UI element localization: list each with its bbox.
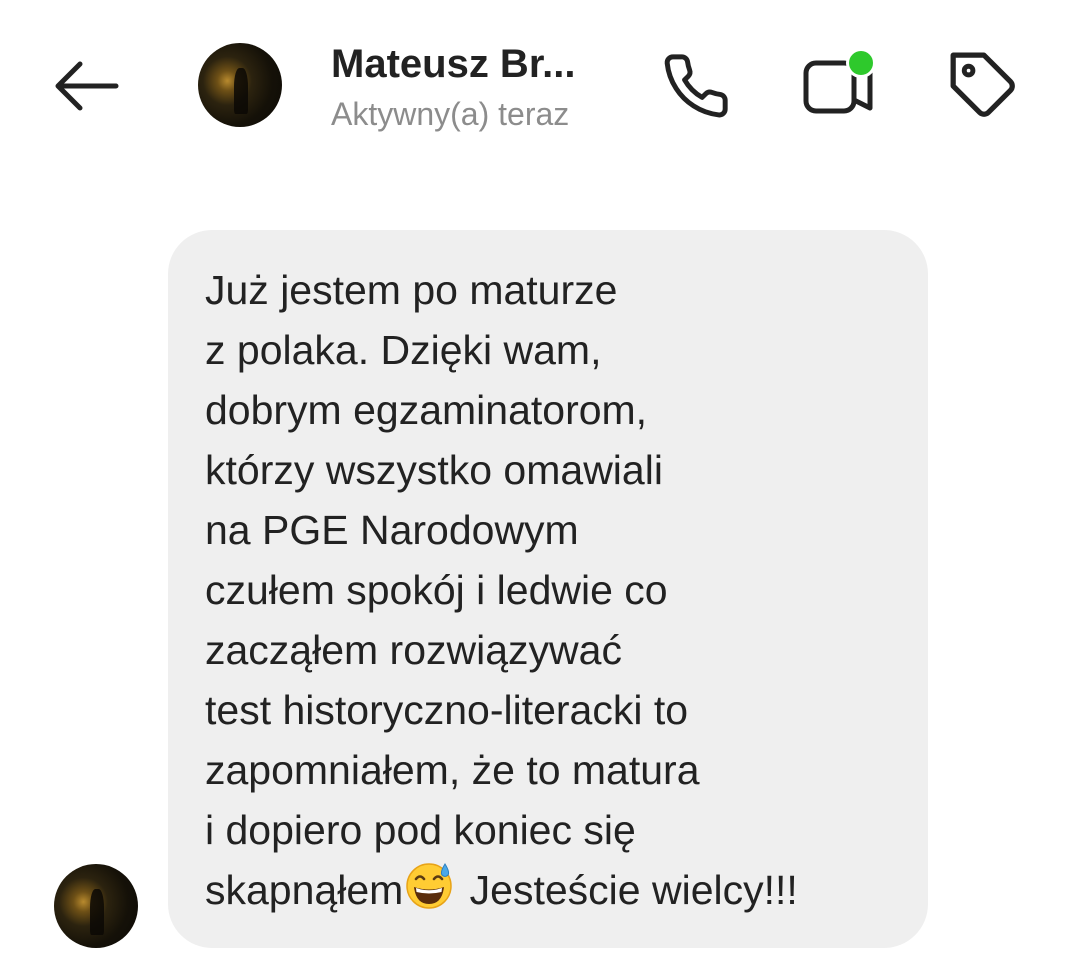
tag-icon (947, 49, 1021, 128)
message-line: czułem spokój i ledwie co (205, 567, 668, 613)
message-line: test historyczno-literacki to (205, 687, 689, 733)
message-line: i dopiero pod koniec się (205, 807, 636, 853)
message-text: skapnąłem (205, 867, 404, 913)
active-status: Aktywny(a) teraz (331, 96, 570, 132)
phone-icon (661, 51, 731, 126)
online-indicator (846, 48, 876, 78)
contact-info[interactable]: Mateusz Br... Aktywny(a) teraz (331, 40, 631, 136)
message-row: Już jestem po maturze z polaka. Dzięki w… (0, 230, 1080, 950)
message-line: na PGE Narodowym (205, 507, 579, 553)
contact-avatar[interactable] (198, 43, 282, 127)
message-line: dobrym egzaminatorom, (205, 387, 648, 433)
message-text: Jesteście wielcy!!! (458, 867, 798, 913)
message-bubble[interactable]: Już jestem po maturze z polaka. Dzięki w… (168, 230, 928, 948)
chat-header: Mateusz Br... Aktywny(a) teraz (0, 0, 1080, 175)
sender-avatar[interactable] (54, 864, 138, 948)
video-camera-icon (800, 48, 880, 128)
arrow-left-icon (48, 56, 120, 121)
back-button[interactable] (44, 52, 124, 124)
message-line: z polaka. Dzięki wam, (205, 327, 602, 373)
video-call-button[interactable] (800, 48, 880, 128)
contact-name[interactable]: Mateusz Br... (331, 40, 631, 88)
message-line: zapomniałem, że to matura (205, 747, 700, 793)
grinning-face-with-sweat-emoji (404, 860, 454, 910)
message-line: Już jestem po maturze (205, 267, 618, 313)
message-line: zacząłem rozwiązywać (205, 627, 622, 673)
audio-call-button[interactable] (656, 48, 736, 128)
message-line: którzy wszystko omawiali (205, 447, 663, 493)
tag-button[interactable] (944, 48, 1024, 128)
message-line-last: skapnąłem Jesteście wielcy!!! (205, 860, 898, 920)
